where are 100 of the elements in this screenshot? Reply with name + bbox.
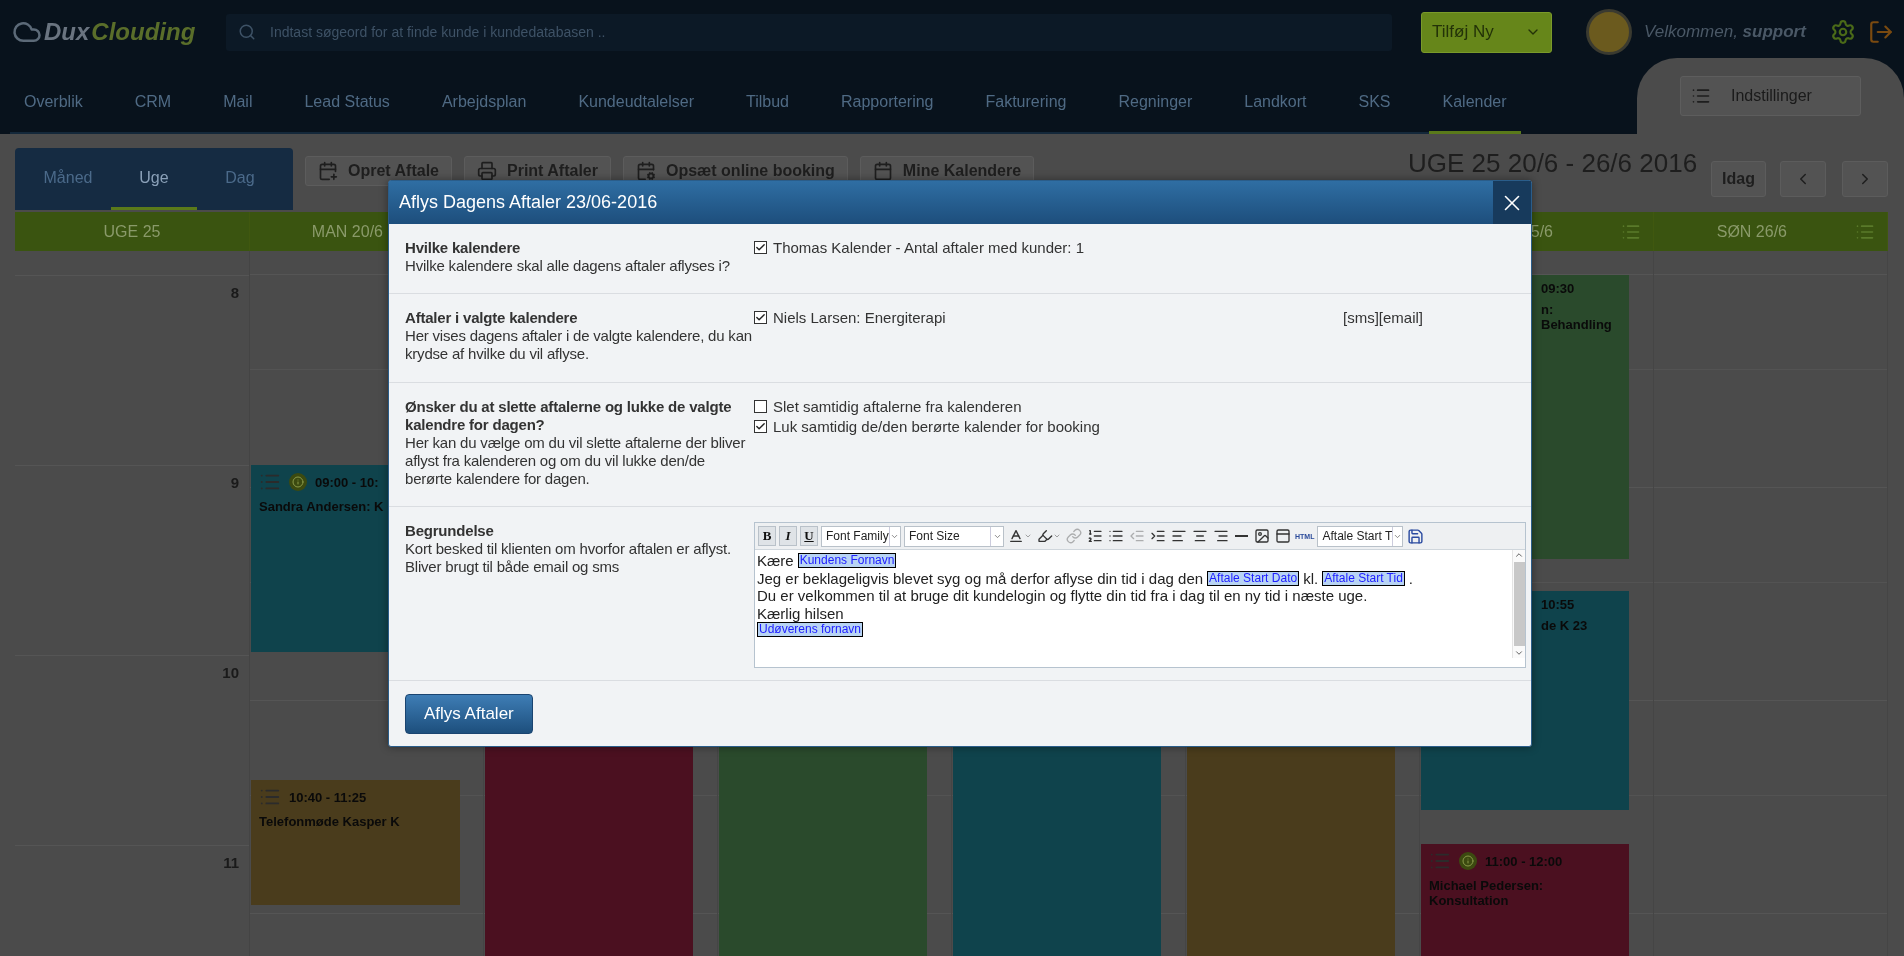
editor-tool-button[interactable] [1253, 528, 1271, 544]
section-title: Ønsker du at slette aftalerne og lukke de valgte kalendre for dagen? [405, 398, 733, 434]
channel-note: [sms][email] [1343, 309, 1423, 326]
template-icon [1275, 528, 1291, 544]
appointment-title: de K 23 [1540, 618, 1589, 633]
settings-button[interactable]: Indstillinger [1680, 76, 1861, 116]
bullet-list-icon [1108, 528, 1124, 544]
logo-text: Dux [44, 18, 90, 46]
numbered-list-icon [1087, 528, 1103, 544]
editor-text: kl. [1303, 569, 1319, 587]
logo[interactable]: DuxClouding [12, 17, 214, 47]
align-right-icon [1213, 528, 1229, 544]
appointment-time: 09:30 [1541, 281, 1575, 296]
editor-tool-button[interactable] [1107, 528, 1125, 544]
checkbox[interactable] [754, 420, 767, 433]
format-button[interactable]: U [800, 526, 818, 546]
font-size-select[interactable]: Font Size [904, 525, 1004, 547]
editor-tool-button[interactable] [1149, 528, 1167, 544]
rich-text-editor[interactable] [754, 522, 1526, 668]
checkbox-label: Slet samtidig aftalerne fra kalenderen [773, 398, 1022, 415]
checkbox[interactable] [754, 311, 767, 324]
nav-tab[interactable]: Overblik [10, 84, 97, 134]
checkbox[interactable] [754, 400, 767, 413]
checkbox-label: Luk samtidig de/den berørte kalender for booking [773, 418, 1100, 435]
nav-tab[interactable]: Landkort [1230, 84, 1321, 134]
merge-field-tag: Udøverens fornavn [757, 622, 864, 637]
day-header: SØN 26/6 [1716, 222, 1787, 241]
close-button[interactable] [1493, 181, 1531, 224]
format-button[interactable]: B [758, 526, 776, 546]
save-button[interactable] [1406, 527, 1426, 545]
merge-field-select[interactable]: Aftale Start T [1317, 525, 1404, 547]
editor-tool-button[interactable] [1086, 528, 1104, 544]
nav-tab[interactable]: Kundeudtalelser [564, 84, 708, 134]
add-new-button[interactable]: Tilføj Ny [1421, 11, 1552, 53]
avatar [1586, 9, 1632, 55]
editor-tool-button[interactable] [1036, 528, 1062, 544]
appointment-time: 10:40 - 11:25 [289, 789, 367, 805]
day-header: MAN 20/6 [311, 222, 383, 241]
calendar-gear-icon [635, 161, 656, 181]
checkbox-label: Thomas Kalender - Antal aftaler med kunder: 1 [773, 239, 1084, 256]
scrollbar[interactable] [1512, 550, 1525, 658]
editor-tool-button[interactable] [1170, 528, 1188, 544]
scroll-down-icon[interactable] [1514, 648, 1524, 658]
editor-tool-button[interactable] [1212, 528, 1230, 544]
editor-text: Kære [757, 552, 794, 570]
checkbox-label: Niels Larsen: Energiterapi [773, 309, 946, 326]
nav-tab[interactable]: SKS [1344, 84, 1405, 134]
list-icon [1691, 86, 1711, 106]
checkbox[interactable] [754, 241, 767, 254]
nav-tab[interactable]: Regninger [1104, 84, 1207, 134]
check-icon [755, 421, 766, 432]
appointment-time: 10:55 [1541, 597, 1575, 612]
logout-icon [1867, 19, 1894, 45]
merge-field-tag: Aftale Start Dato [1207, 570, 1300, 586]
nav-tab[interactable]: Arbejdsplan [427, 84, 541, 134]
nav-tab[interactable]: Kalender [1428, 84, 1521, 134]
editor-text: Kærlig hilsen [757, 604, 844, 622]
appointment-card[interactable]: 10:40 - 11:25 Telefonmøde Kasper K [251, 780, 460, 905]
search-icon [238, 23, 256, 41]
merge-field-tag: Kundens Fornavn [797, 553, 897, 569]
editor-text: . [1408, 569, 1413, 587]
font-color-icon [1008, 528, 1024, 544]
scroll-up-icon[interactable] [1514, 550, 1524, 560]
horizontal-rule-icon [1235, 535, 1248, 537]
settings-button[interactable] [1829, 19, 1856, 45]
logout-button[interactable] [1867, 19, 1894, 45]
section-description: Her vises dagens aftaler i de valgte kalendere, du kan krydse af hvilke du vil aflyse. [405, 327, 753, 363]
editor-tool-button[interactable] [1274, 528, 1292, 544]
nav-tab[interactable]: Rapportering [827, 84, 948, 134]
appointment-time: 09:00 - 10: [315, 474, 379, 490]
image-icon [1254, 528, 1270, 544]
editor-text: Du er velkommen til at bruge dit kundelogin og flytte din tid fra i dag til en ny tid i næste uge. [757, 587, 1368, 605]
highlight-icon [1037, 528, 1053, 544]
caret-icon [1053, 532, 1061, 540]
indent-icon [1150, 528, 1166, 544]
check-icon [755, 312, 766, 323]
merge-field-tag: Aftale Start Tid [1322, 570, 1405, 586]
appointment-title: Michael Pedersen: Konsultation [1429, 878, 1545, 908]
printer-icon [477, 161, 497, 181]
caret-icon [1024, 532, 1032, 540]
align-center-icon [1192, 528, 1208, 544]
nav-tab[interactable]: Lead Status [290, 84, 404, 134]
appointment-title: Sandra Andersen: K [259, 499, 385, 514]
format-button[interactable]: I [779, 526, 797, 546]
welcome-text: Velkommen, support [1644, 22, 1806, 42]
view-tab[interactable]: Dag [197, 148, 283, 210]
editor-text: Jeg er beklageligvis blevet syg og må derfor aflyse din tid i dag den [757, 569, 1204, 587]
editor-tool-button[interactable] [1007, 528, 1033, 544]
scrollbar-thumb[interactable] [1513, 562, 1525, 646]
nav-tab[interactable]: Tilbud [732, 84, 803, 134]
nav-tab[interactable]: Mail [209, 84, 267, 134]
cancel-appointments-button[interactable]: Aflys Aftaler [405, 694, 533, 734]
font-family-select[interactable]: Font Family [821, 525, 901, 547]
check-icon [755, 242, 766, 253]
section-title: Hvilke kalendere [405, 239, 522, 257]
editor-tool-button[interactable] [1191, 528, 1209, 544]
nav-tab[interactable]: CRM [120, 84, 186, 134]
nav-tab[interactable]: Fakturering [971, 84, 1081, 134]
view-tab[interactable]: Måned [25, 148, 111, 210]
day-header: 5/6 [1530, 222, 1553, 241]
